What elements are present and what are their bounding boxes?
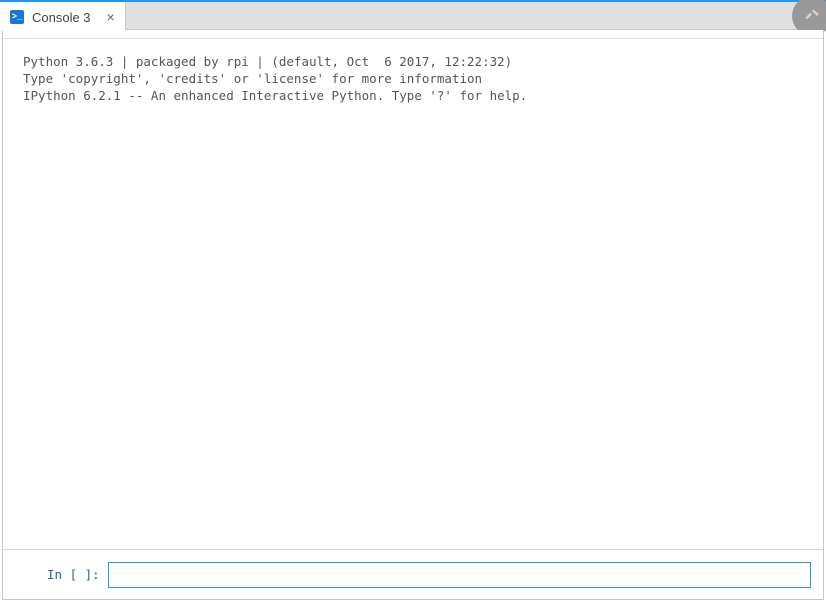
input-bar: In [ ]: [3,549,823,599]
banner-line: Python 3.6.3 | packaged by rpi | (defaul… [23,54,803,71]
terminal-icon: >_ [10,10,24,24]
tab-bar: >_ Console 3 × [0,0,826,30]
prompt-label: In [ ]: [13,567,108,582]
console-panel: Python 3.6.3 | packaged by rpi | (defaul… [2,30,824,600]
code-input[interactable] [108,562,811,588]
tab-label: Console 3 [32,10,91,25]
banner-line: Type 'copyright', 'credits' or 'license'… [23,71,803,88]
tab-bar-empty [126,2,826,30]
close-icon[interactable]: × [105,10,117,24]
tab-console[interactable]: >_ Console 3 × [0,2,126,32]
console-output-area[interactable]: Python 3.6.3 | packaged by rpi | (defaul… [3,30,823,549]
banner-line: IPython 6.2.1 -- An enhanced Interactive… [23,88,803,105]
